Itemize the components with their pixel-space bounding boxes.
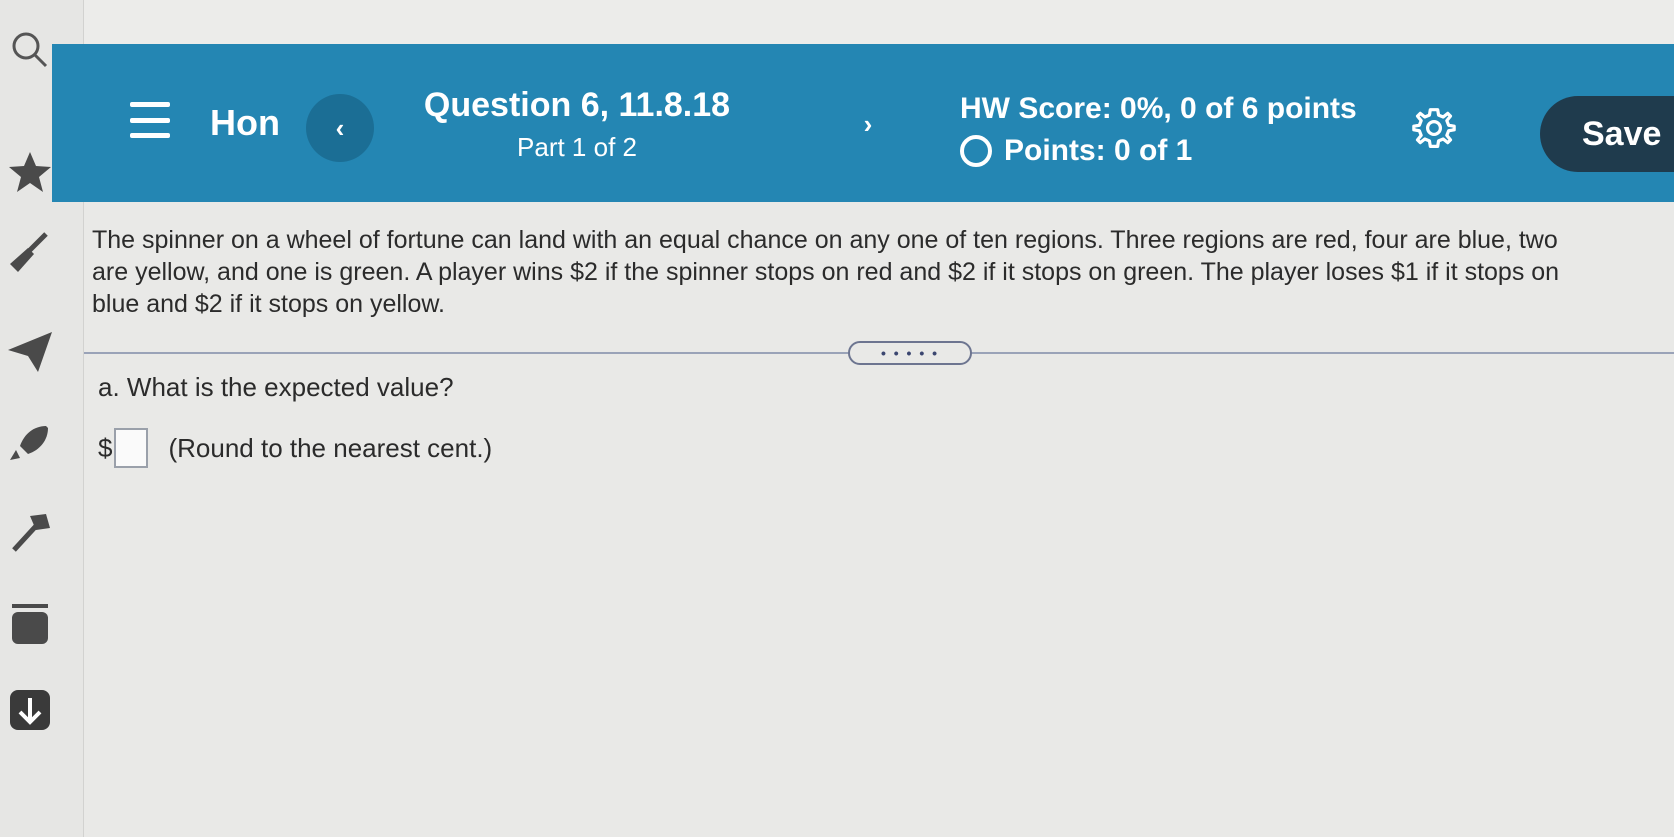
download-icon[interactable]	[4, 684, 56, 736]
expand-toggle-button[interactable]: • • • • •	[848, 341, 972, 365]
hamburger-icon	[130, 102, 170, 107]
question-content: The spinner on a wheel of fortune can la…	[84, 202, 1674, 837]
hw-score: HW Score: 0%, 0 of 6 points	[960, 92, 1357, 125]
question-header-banner: Hon ‹ Question 6, 11.8.18 Part 1 of 2 › …	[52, 44, 1674, 202]
currency-symbol: $	[98, 432, 113, 463]
circle-icon	[960, 135, 992, 167]
star-icon[interactable]	[4, 146, 56, 198]
expected-value-input[interactable]	[114, 428, 149, 468]
browser-top-strip	[0, 0, 1674, 44]
paper-plane-icon[interactable]	[4, 326, 56, 378]
gear-icon	[1412, 108, 1456, 148]
hammer-icon[interactable]	[4, 506, 56, 558]
hamburger-menu-button[interactable]	[130, 102, 170, 138]
settings-button[interactable]	[1410, 104, 1458, 152]
rounding-note: (Round to the nearest cent.)	[168, 432, 493, 463]
home-link[interactable]: Hon	[210, 102, 290, 144]
chevron-right-icon: ›	[863, 108, 873, 139]
question-part: Part 1 of 2	[517, 132, 637, 162]
part-a-prompt: a. What is the expected value?	[98, 372, 454, 402]
points-text: Points: 0 of 1	[1004, 134, 1193, 167]
chevron-left-icon: ‹	[335, 112, 345, 143]
question-title: Question 6, 11.8.18	[423, 86, 731, 124]
previous-question-button[interactable]: ‹	[306, 94, 374, 162]
rocket-icon[interactable]	[4, 418, 56, 470]
archive-icon[interactable]	[4, 598, 56, 650]
next-question-button[interactable]: ›	[848, 104, 888, 144]
answer-row: $ (Round to the nearest cent.)	[98, 428, 492, 468]
search-icon[interactable]	[4, 24, 56, 76]
points-row: Points: 0 of 1	[960, 134, 1192, 168]
save-button[interactable]: Save	[1540, 96, 1674, 172]
broom-icon[interactable]	[4, 226, 56, 278]
problem-statement: The spinner on a wheel of fortune can la…	[92, 226, 1560, 318]
